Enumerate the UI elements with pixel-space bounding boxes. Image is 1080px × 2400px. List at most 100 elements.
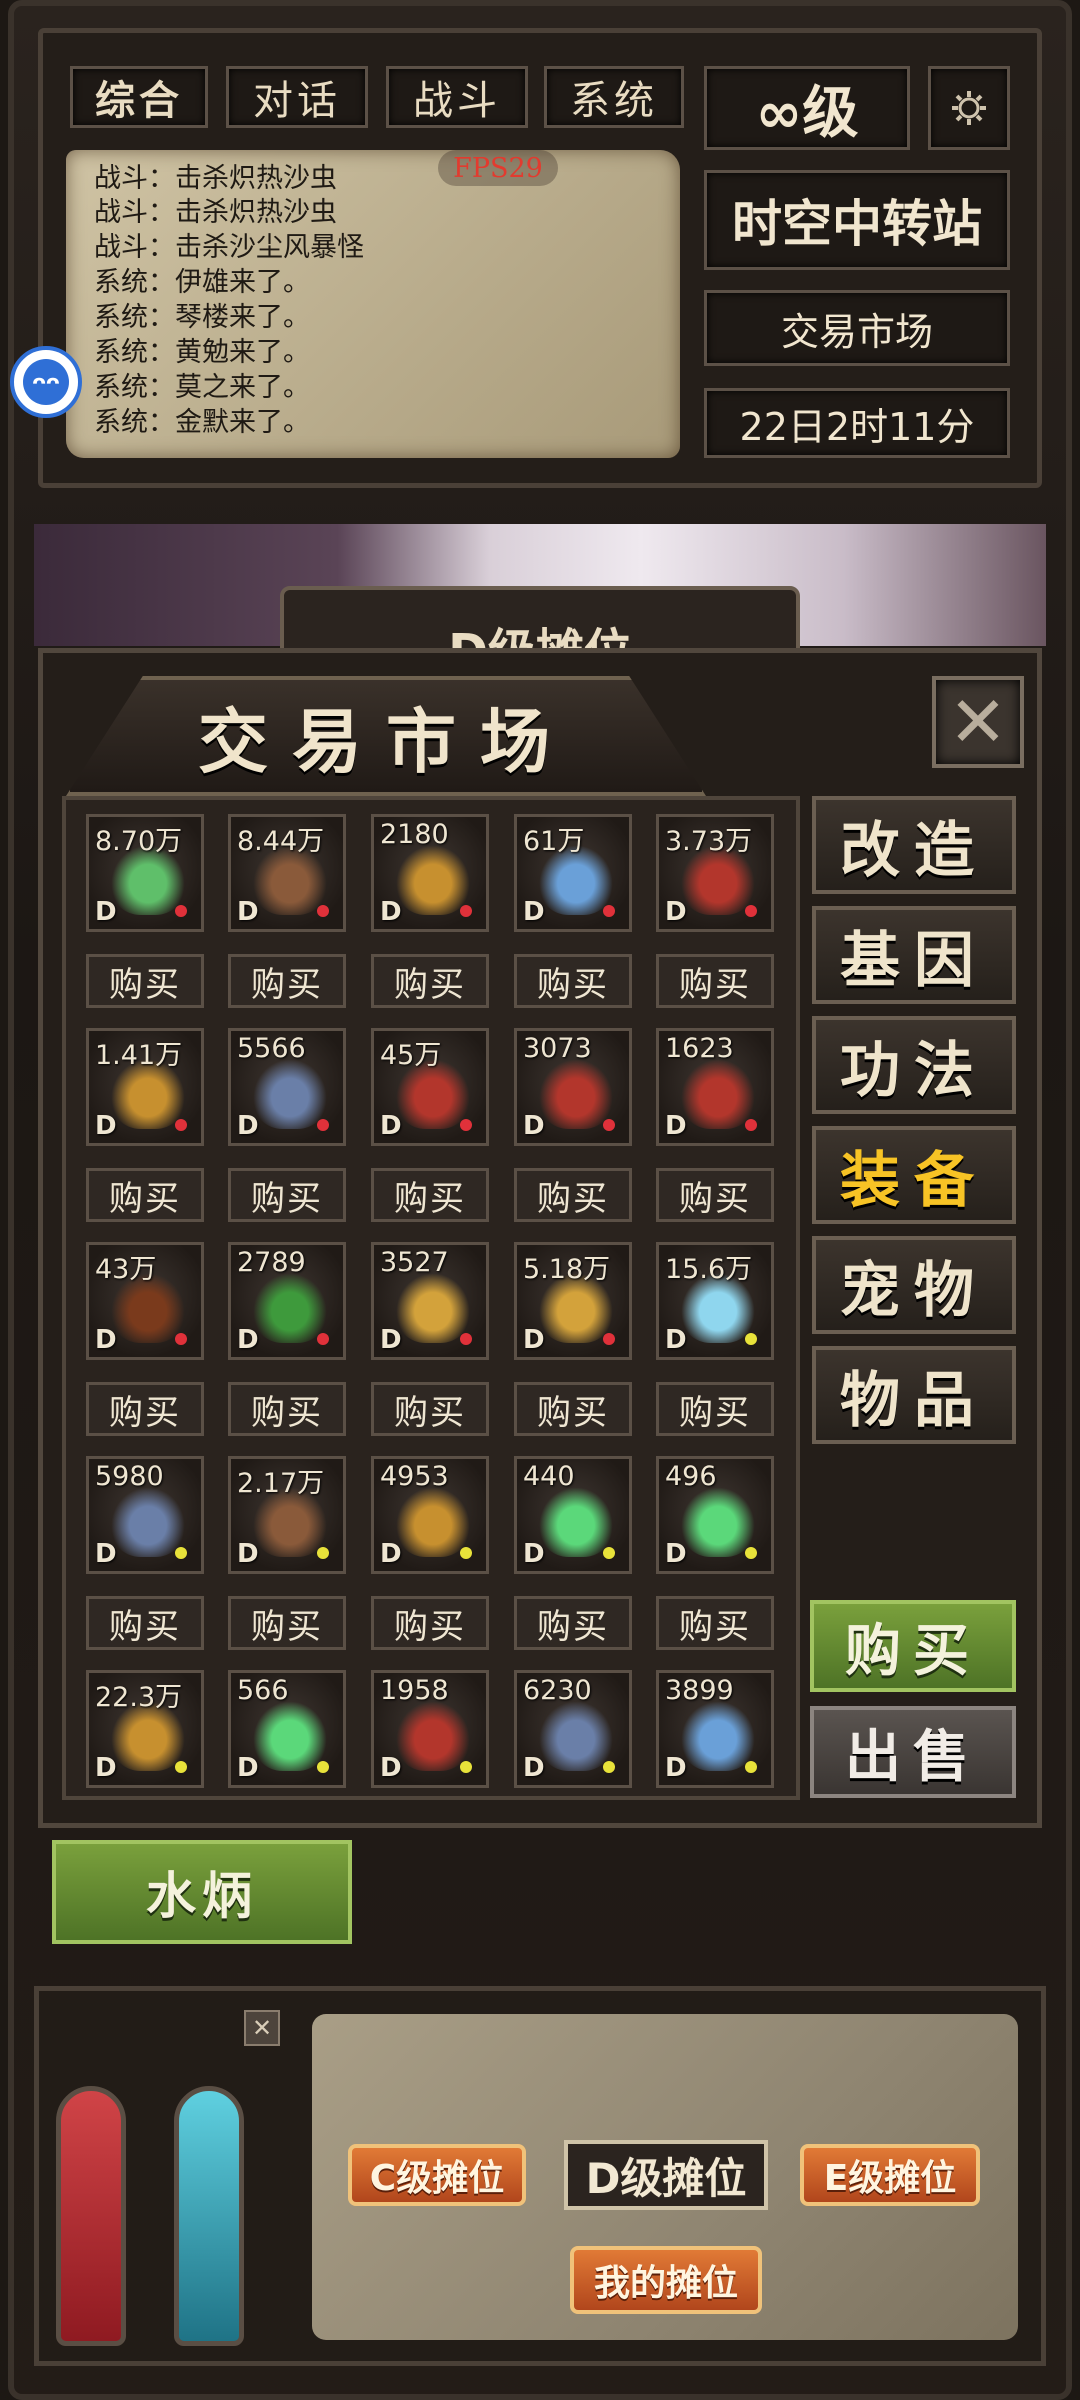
buy-item-button[interactable]: 购买 bbox=[86, 1168, 204, 1222]
item-slot[interactable]: 496 D bbox=[656, 1456, 774, 1574]
item-slot[interactable]: 1958 D bbox=[371, 1670, 489, 1788]
market-title: 交易市场 bbox=[198, 700, 574, 783]
buy-item-button[interactable]: 购买 bbox=[656, 1382, 774, 1436]
rarity-dot bbox=[745, 1761, 757, 1773]
category-modify[interactable]: 改造 bbox=[812, 796, 1016, 894]
rarity-dot bbox=[317, 1761, 329, 1773]
item-slot[interactable]: 3073 D bbox=[514, 1028, 632, 1146]
log-line: 系统：莫之来了。 bbox=[94, 372, 310, 403]
item-grade: D bbox=[665, 1539, 687, 1569]
item-grade: D bbox=[237, 897, 259, 927]
market-link-button[interactable]: 交易市场 bbox=[704, 290, 1010, 366]
buy-item-button[interactable]: 购买 bbox=[514, 1382, 632, 1436]
buy-item-button[interactable]: 购买 bbox=[228, 1382, 346, 1436]
item-slot[interactable]: 3899 D bbox=[656, 1670, 774, 1788]
item-slot[interactable]: 566 D bbox=[228, 1670, 346, 1788]
sell-mode-button[interactable]: 出售 bbox=[810, 1706, 1016, 1798]
item-slot[interactable]: 8.70万 D bbox=[86, 814, 204, 932]
item-slot[interactable]: 5.18万 D bbox=[514, 1242, 632, 1360]
floating-chat-icon[interactable]: ᴖᴖ bbox=[10, 346, 82, 418]
belt-icon bbox=[681, 1059, 755, 1129]
category-pet[interactable]: 宠物 bbox=[812, 1236, 1016, 1334]
buy-mode-button[interactable]: 购买 bbox=[810, 1600, 1016, 1692]
buy-item-button[interactable]: 购买 bbox=[656, 1596, 774, 1650]
item-slot[interactable]: 5980 D bbox=[86, 1456, 204, 1574]
buy-item-button[interactable]: 购买 bbox=[371, 1382, 489, 1436]
buy-item-button[interactable]: 购买 bbox=[656, 954, 774, 1008]
category-item[interactable]: 物品 bbox=[812, 1346, 1016, 1444]
armor-icon bbox=[396, 1273, 470, 1343]
buy-item-button[interactable]: 购买 bbox=[514, 1596, 632, 1650]
item-price: 3899 bbox=[665, 1675, 734, 1706]
buy-item-button[interactable]: 购买 bbox=[228, 954, 346, 1008]
buy-item-button[interactable]: 购买 bbox=[228, 1168, 346, 1222]
item-grade: D bbox=[523, 1111, 545, 1141]
buy-item-button[interactable]: 购买 bbox=[86, 1596, 204, 1650]
category-equipment[interactable]: 装备 bbox=[812, 1126, 1016, 1224]
item-slot[interactable]: 1623 D bbox=[656, 1028, 774, 1146]
item-slot[interactable]: 45万 D bbox=[371, 1028, 489, 1146]
level-indicator: ∞级 bbox=[704, 66, 910, 150]
item-price: 440 bbox=[523, 1461, 575, 1492]
item-slot[interactable]: 61万 D bbox=[514, 814, 632, 932]
player-name-button[interactable]: 水炳 bbox=[52, 1840, 352, 1944]
belt-icon bbox=[539, 1059, 613, 1129]
rarity-dot bbox=[745, 905, 757, 917]
buy-item-button[interactable]: 购买 bbox=[514, 1168, 632, 1222]
item-slot[interactable]: 8.44万 D bbox=[228, 814, 346, 932]
item-slot[interactable]: 3527 D bbox=[371, 1242, 489, 1360]
item-slot[interactable]: 43万 D bbox=[86, 1242, 204, 1360]
item-slot[interactable]: 4953 D bbox=[371, 1456, 489, 1574]
helmet-icon bbox=[539, 1701, 613, 1771]
chat-bubble-icon: ᴖᴖ bbox=[23, 359, 69, 405]
close-button[interactable]: ✕ bbox=[932, 676, 1024, 768]
settings-button[interactable] bbox=[928, 66, 1010, 150]
item-slot[interactable]: 5566 D bbox=[228, 1028, 346, 1146]
stall-panel-close-icon[interactable]: ✕ bbox=[244, 2010, 280, 2046]
item-slot[interactable]: 440 D bbox=[514, 1456, 632, 1574]
item-price: 5.18万 bbox=[523, 1254, 611, 1285]
tab-dialogue[interactable]: 对话 bbox=[226, 66, 368, 128]
my-stall-button[interactable]: 我的摊位 bbox=[570, 2246, 762, 2314]
buy-item-button[interactable]: 购买 bbox=[371, 1596, 489, 1650]
item-price: 43万 bbox=[95, 1254, 157, 1285]
rarity-dot bbox=[603, 1761, 615, 1773]
item-grade: D bbox=[523, 1539, 545, 1569]
category-gene[interactable]: 基因 bbox=[812, 906, 1016, 1004]
item-slot[interactable]: 2789 D bbox=[228, 1242, 346, 1360]
item-price: 2789 bbox=[237, 1247, 306, 1278]
c-stall-button[interactable]: C级摊位 bbox=[348, 2144, 526, 2206]
tab-general[interactable]: 综合 bbox=[70, 66, 208, 128]
item-slot[interactable]: 3.73万 D bbox=[656, 814, 774, 932]
buy-item-button[interactable]: 购买 bbox=[228, 1596, 346, 1650]
item-slot[interactable]: 22.3万 D bbox=[86, 1670, 204, 1788]
item-slot[interactable]: 6230 D bbox=[514, 1670, 632, 1788]
tab-system[interactable]: 系统 bbox=[544, 66, 684, 128]
rarity-dot bbox=[175, 1333, 187, 1345]
tab-battle[interactable]: 战斗 bbox=[386, 66, 528, 128]
e-stall-button[interactable]: E级摊位 bbox=[800, 2144, 980, 2206]
belt-icon bbox=[396, 1701, 470, 1771]
item-slot[interactable]: 2.17万 D bbox=[228, 1456, 346, 1574]
d-stall-button[interactable]: D级摊位 bbox=[564, 2140, 768, 2210]
rarity-dot bbox=[175, 1119, 187, 1131]
item-price: 61万 bbox=[523, 826, 585, 857]
rarity-dot bbox=[745, 1119, 757, 1131]
rarity-dot bbox=[745, 1333, 757, 1345]
item-price: 8.70万 bbox=[95, 826, 183, 857]
mana-vial bbox=[174, 2086, 244, 2346]
item-slot[interactable]: 1.41万 D bbox=[86, 1028, 204, 1146]
item-grade: D bbox=[523, 897, 545, 927]
item-slot[interactable]: 15.6万 D bbox=[656, 1242, 774, 1360]
rarity-dot bbox=[460, 1761, 472, 1773]
buy-item-button[interactable]: 购买 bbox=[371, 1168, 489, 1222]
item-grade: D bbox=[95, 1325, 117, 1355]
buy-item-button[interactable]: 购买 bbox=[514, 954, 632, 1008]
rarity-dot bbox=[317, 1333, 329, 1345]
buy-item-button[interactable]: 购买 bbox=[656, 1168, 774, 1222]
category-skill[interactable]: 功法 bbox=[812, 1016, 1016, 1114]
item-slot[interactable]: 2180 D bbox=[371, 814, 489, 932]
buy-item-button[interactable]: 购买 bbox=[86, 954, 204, 1008]
buy-item-button[interactable]: 购买 bbox=[86, 1382, 204, 1436]
buy-item-button[interactable]: 购买 bbox=[371, 954, 489, 1008]
